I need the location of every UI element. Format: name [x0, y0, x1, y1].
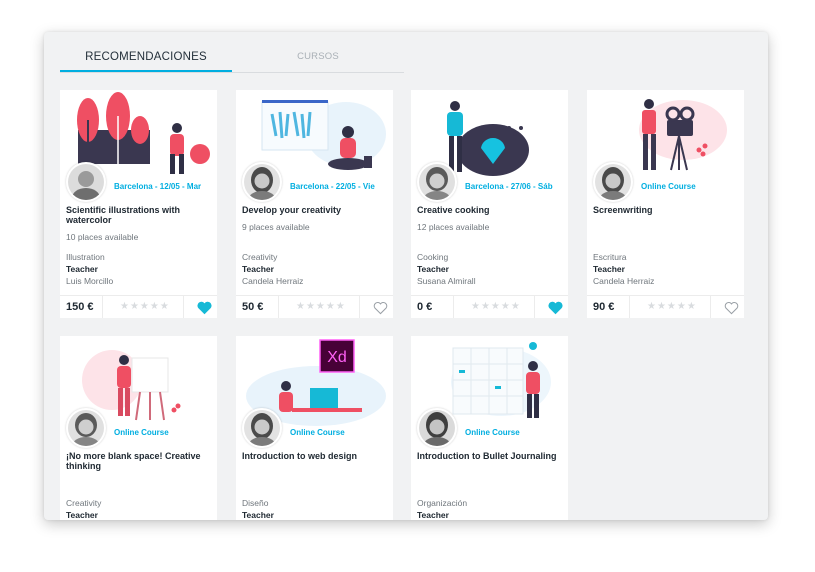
teacher-role: Teacher — [242, 264, 274, 274]
avatar — [66, 408, 106, 448]
favorite-button[interactable] — [183, 296, 212, 318]
course-price: 0 € — [417, 296, 454, 318]
course-category: Cooking — [417, 252, 449, 262]
rating-stars[interactable]: ★★★★★ — [647, 296, 697, 318]
teacher-name: Luis Morcillo — [66, 276, 114, 286]
tab-recomendaciones[interactable]: RECOMENDACIONES — [60, 46, 232, 72]
course-title[interactable]: Scientific illustrations with watercolor — [66, 205, 211, 225]
teacher-role: Teacher — [417, 264, 449, 274]
places-available: 10 places available — [66, 232, 139, 242]
course-meta: Online Course — [114, 428, 169, 437]
course-meta: Online Course — [641, 182, 696, 191]
course-price: 150 € — [66, 296, 103, 318]
course-title[interactable]: Develop your creativity — [242, 205, 387, 216]
course-category: Escritura — [593, 252, 627, 262]
favorite-button[interactable] — [359, 296, 388, 318]
teacher-role: Teacher — [417, 510, 449, 520]
app-window: RECOMENDACIONES CURSOS Barcelona - 12/05… — [44, 32, 768, 520]
teacher-name: Susana Almirall — [417, 276, 476, 286]
course-meta: Barcelona - 22/05 - Vie — [290, 182, 375, 191]
course-card[interactable]: Xd Online Course Introduction to web des… — [236, 336, 393, 520]
heart-outline-icon — [373, 301, 388, 314]
course-card[interactable]: Barcelona - 22/05 - Vie Develop your cre… — [236, 90, 393, 318]
course-title[interactable]: Introduction to web design — [242, 451, 387, 462]
course-card[interactable]: Online Course Introduction to Bullet Jou… — [411, 336, 568, 520]
rating-stars[interactable]: ★★★★★ — [120, 296, 170, 318]
favorite-button[interactable] — [534, 296, 563, 318]
avatar — [66, 162, 106, 202]
course-category: Creativity — [242, 252, 278, 262]
card-footer: 0 € ★★★★★ — [411, 295, 568, 318]
heart-outline-icon — [724, 301, 739, 314]
card-footer: 150 € ★★★★★ — [60, 295, 217, 318]
teacher-role: Teacher — [66, 510, 98, 520]
teacher-name: Candela Herraiz — [242, 276, 304, 286]
course-card[interactable]: Barcelona - 12/05 - Mar Scientific illus… — [60, 90, 217, 318]
course-title[interactable]: ¡No more blank space! Creative thinking — [66, 451, 211, 471]
tab-cursos[interactable]: CURSOS — [232, 46, 404, 72]
teacher-role: Teacher — [66, 264, 98, 274]
avatar — [417, 162, 457, 202]
places-available: 12 places available — [417, 222, 490, 232]
course-category: Diseño — [242, 498, 269, 508]
avatar — [242, 162, 282, 202]
course-title[interactable]: Screenwriting — [593, 205, 738, 216]
course-title[interactable]: Introduction to Bullet Journaling — [417, 451, 562, 462]
rating-stars[interactable]: ★★★★★ — [471, 296, 521, 318]
card-footer: 50 € ★★★★★ — [236, 295, 393, 318]
course-price: 90 € — [593, 296, 630, 318]
adobe-xd-badge: Xd — [327, 349, 347, 366]
course-card[interactable]: Online Course ¡No more blank space! Crea… — [60, 336, 217, 520]
places-available: 9 places available — [242, 222, 310, 232]
teacher-name: Candela Herraiz — [593, 276, 655, 286]
card-footer: 90 € ★★★★★ — [587, 295, 744, 318]
avatar — [242, 408, 282, 448]
rating-stars[interactable]: ★★★★★ — [296, 296, 346, 318]
avatar — [593, 162, 633, 202]
course-meta: Online Course — [290, 428, 345, 437]
heart-filled-icon — [197, 301, 212, 314]
course-card[interactable]: Online Course Screenwriting Escritura Te… — [587, 90, 744, 318]
course-category: Organización — [417, 498, 468, 508]
favorite-button[interactable] — [710, 296, 739, 318]
tab-bar: RECOMENDACIONES CURSOS — [60, 46, 404, 73]
course-category: Creativity — [66, 498, 102, 508]
avatar — [417, 408, 457, 448]
course-meta: Barcelona - 27/06 - Sáb — [465, 182, 553, 191]
heart-filled-icon — [548, 301, 563, 314]
teacher-role: Teacher — [242, 510, 274, 520]
course-meta: Online Course — [465, 428, 520, 437]
course-title[interactable]: Creative cooking — [417, 205, 562, 216]
teacher-role: Teacher — [593, 264, 625, 274]
course-price: 50 € — [242, 296, 279, 318]
course-meta: Barcelona - 12/05 - Mar — [114, 182, 202, 191]
course-category: Illustration — [66, 252, 105, 262]
course-card[interactable]: Barcelona - 27/06 - Sáb Creative cooking… — [411, 90, 568, 318]
